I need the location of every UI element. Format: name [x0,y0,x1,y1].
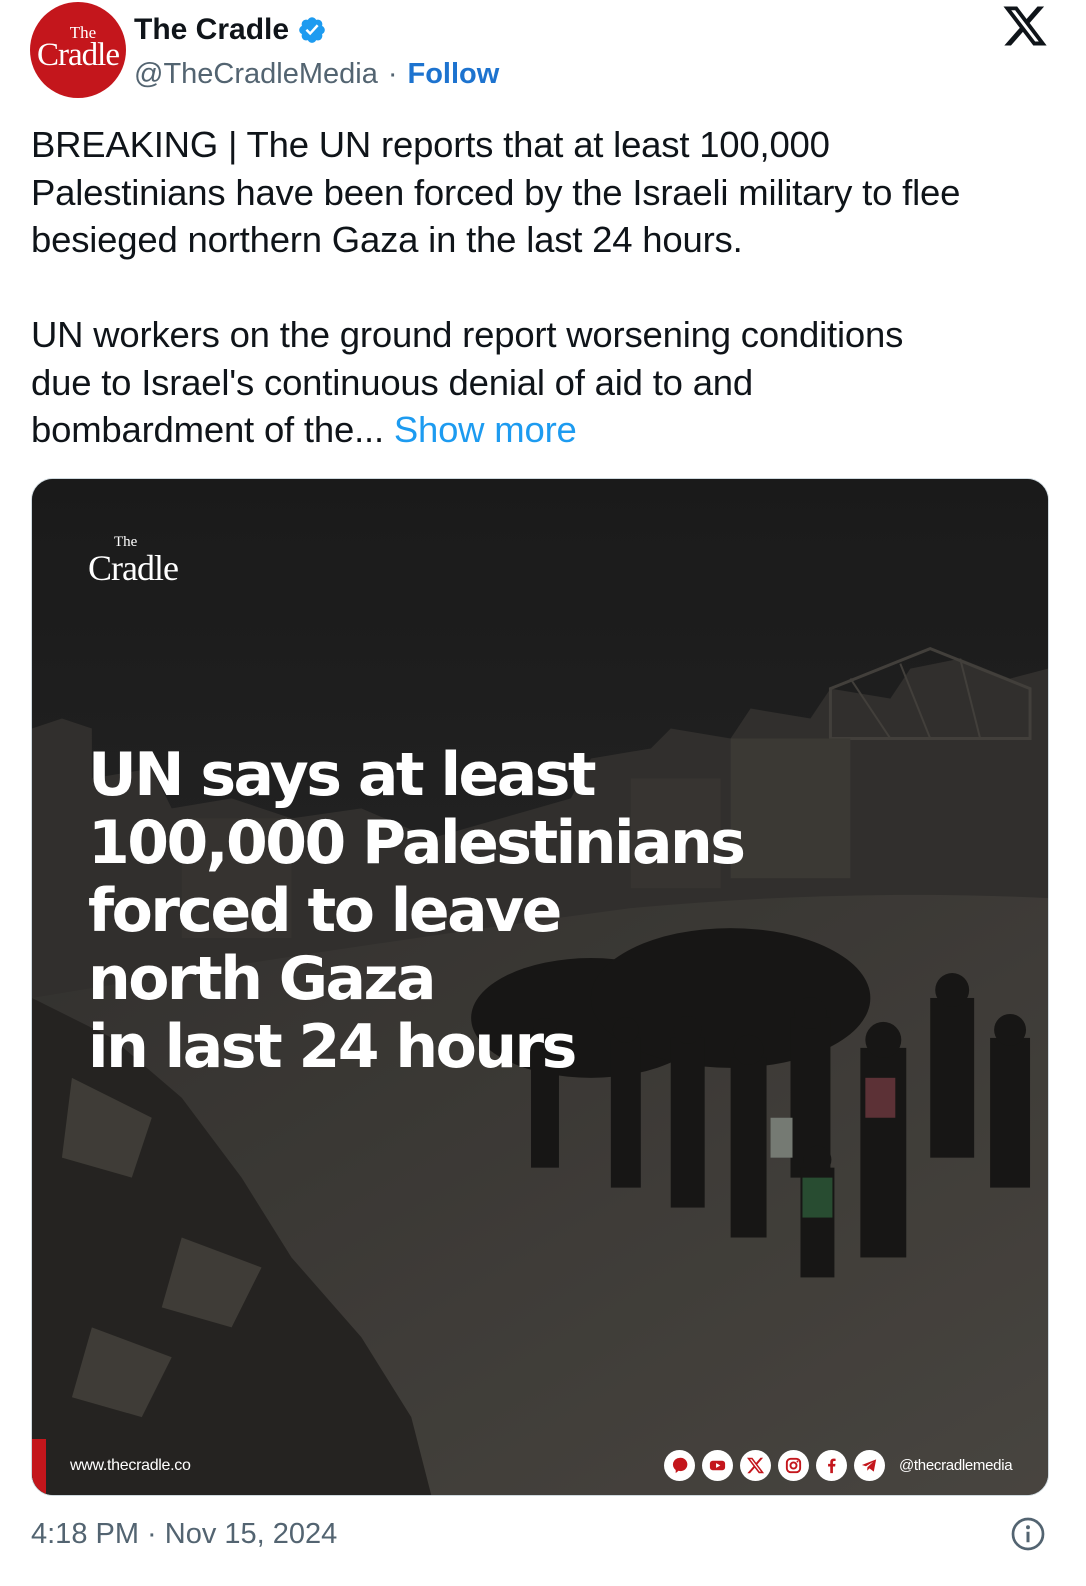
separator-dot: · [387,57,398,90]
author-handle-row: @TheCradleMedia · Follow [134,54,499,94]
show-more-link[interactable]: Show more [394,409,577,450]
verified-badge-icon [299,17,325,43]
tweet-text: BREAKING | The UN reports that at least … [31,121,1061,454]
avatar-text-cradle: Cradle [37,37,120,73]
instagram-icon [778,1450,809,1481]
telegram-icon [854,1450,885,1481]
headline-line-3: forced to leave [88,876,562,946]
author-avatar[interactable]: The Cradle [30,2,126,98]
media-cradle-logo: The Cradle [88,531,179,595]
author-display-name[interactable]: The Cradle [134,13,289,47]
tweet-timestamp[interactable]: 4:18 PM · Nov 15, 2024 [31,1514,337,1554]
media-accent-bar [32,1439,46,1495]
youtube-icon [702,1450,733,1481]
media-logo-the: The [114,534,138,550]
media-headline: UN says at least 100,000 Palestinians fo… [88,741,808,1081]
media-social-icons [664,1450,885,1481]
podcast-icon [664,1450,695,1481]
x-icon [740,1450,771,1481]
headline-line-2: 100,000 Palestinians [88,808,746,878]
media-website: www.thecradle.co [70,1457,191,1474]
tweet-paragraph-2: UN workers on the ground report worsenin… [31,311,1061,454]
x-logo-icon[interactable] [1000,2,1050,50]
headline-line-4: north Gaza [88,944,436,1014]
media-social-handle: @thecradlemedia [899,1457,1013,1474]
follow-button[interactable]: Follow [408,58,500,91]
author-name-row: The Cradle [134,10,327,50]
headline-line-1: UN says at least [88,740,597,810]
tweet-media-image[interactable]: The Cradle UN says at least 100,000 Pale… [31,478,1049,1496]
facebook-icon [816,1450,847,1481]
tweet-paragraph-1: BREAKING | The UN reports that at least … [31,124,961,260]
info-icon[interactable] [1010,1516,1046,1552]
author-handle[interactable]: @TheCradleMedia [134,58,378,91]
headline-line-5: in last 24 hours [88,1012,577,1082]
